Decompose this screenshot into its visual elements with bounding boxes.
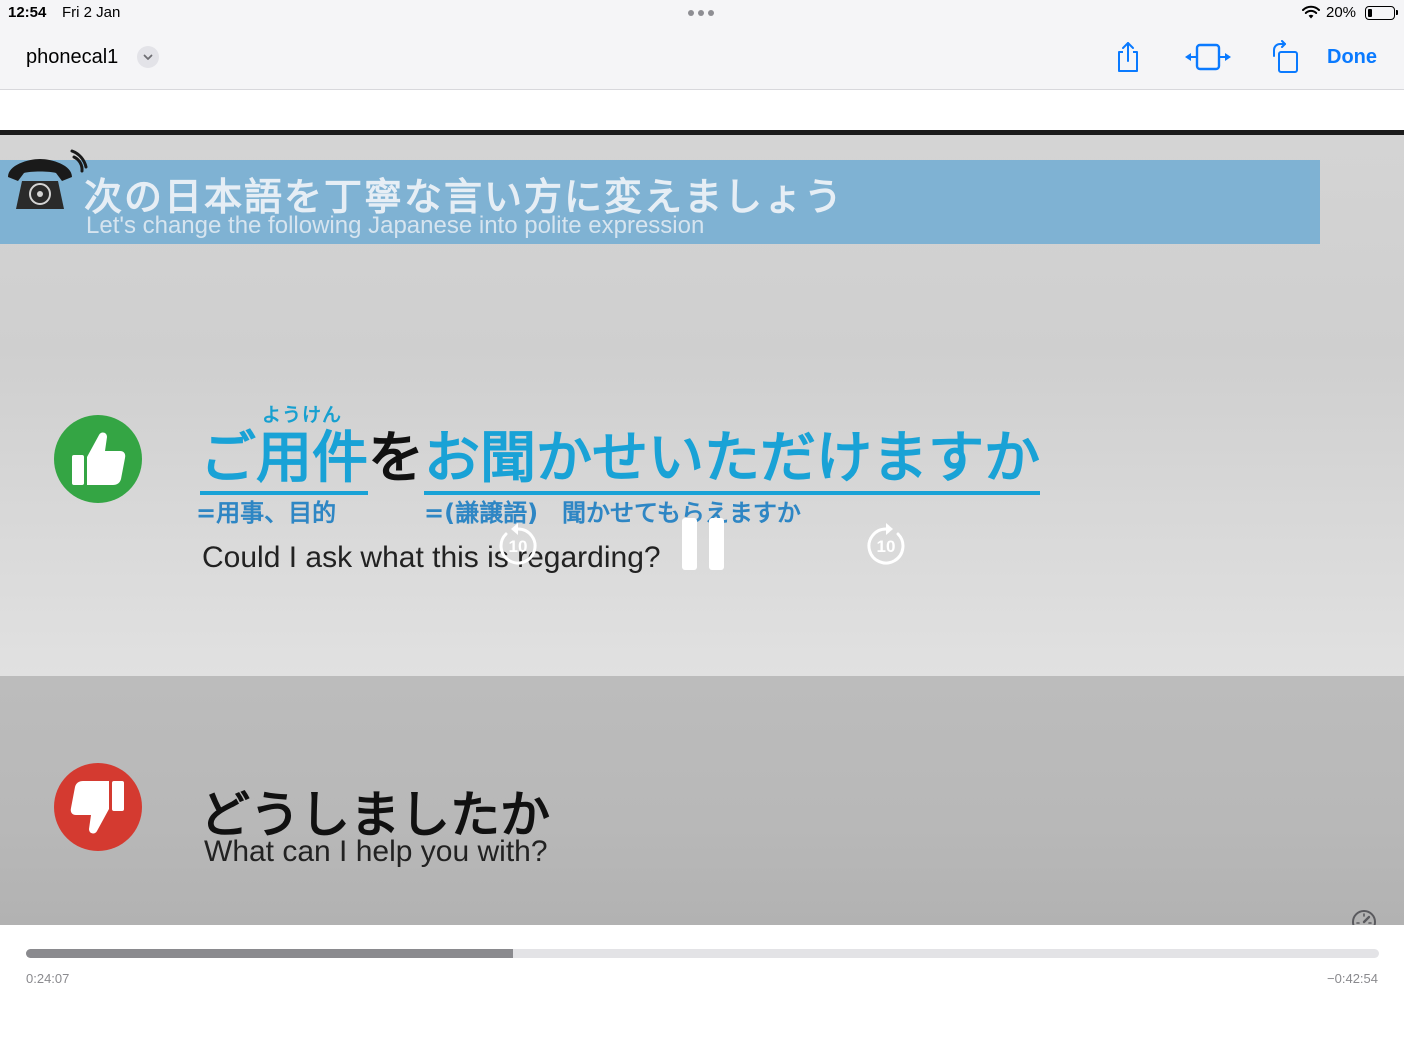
done-button[interactable]: Done	[1320, 40, 1384, 74]
thumbs-down-icon	[54, 763, 142, 851]
elapsed-time: 0:24:07	[26, 971, 70, 986]
telephone-icon	[8, 149, 88, 209]
status-bar: 12:54 Fri 2 Jan 20%	[0, 0, 1404, 26]
multitasking-menu-icon[interactable]	[688, 10, 714, 16]
polite-phrase: ご用件をお聞かせいただけますか	[200, 426, 1040, 495]
banner-english: Let's change the following Japanese into…	[86, 212, 705, 239]
skip-back-10-button[interactable]: 10	[496, 520, 540, 566]
share-button[interactable]	[1112, 40, 1144, 74]
fit-to-screen-button[interactable]	[1183, 40, 1233, 74]
furigana-reading: ようけん	[262, 404, 343, 426]
playback-scrubber[interactable]	[26, 949, 1379, 958]
scrubber-progress	[26, 949, 513, 958]
remaining-time: −0:42:54	[1327, 971, 1378, 986]
playback-speed-icon[interactable]	[1350, 908, 1378, 925]
video-player-screen: 12:54 Fri 2 Jan 20% phonecal1 Done 次の日本語…	[0, 0, 1404, 1053]
rotate-button[interactable]	[1270, 40, 1302, 74]
status-time: 12:54	[8, 4, 47, 21]
battery-level	[1368, 9, 1372, 17]
casual-english-translation: What can I help you with?	[204, 835, 548, 868]
polite-english-translation: Could I ask what this is regarding?	[202, 541, 661, 574]
gloss-verb: =(謙譲語) 聞かせてもらえますか	[424, 499, 801, 527]
chevron-down-icon	[143, 54, 153, 60]
fit-to-screen-icon	[1185, 43, 1231, 71]
rotate-icon	[1273, 40, 1298, 73]
polite-phrase-verb: お聞かせいただけますか	[424, 426, 1040, 495]
skip-forward-seconds: 10	[877, 537, 896, 556]
thumbs-up-icon	[54, 415, 142, 503]
polite-phrase-particle: を	[368, 426, 424, 491]
video-frame[interactable]: 次の日本語を丁寧な言い方に変えましょう Let's change the fol…	[0, 90, 1404, 925]
title-menu-button[interactable]	[137, 46, 159, 68]
pause-button[interactable]	[680, 518, 726, 570]
gloss-noun: =用事、目的	[196, 499, 337, 527]
status-date: Fri 2 Jan	[62, 4, 121, 21]
skip-back-seconds: 10	[509, 537, 528, 556]
polite-phrase-noun: ご用件	[200, 426, 368, 495]
battery-percentage: 20%	[1326, 4, 1357, 21]
skip-forward-10-button[interactable]: 10	[864, 520, 908, 566]
navigation-bar: phonecal1 Done	[0, 26, 1404, 90]
document-title: phonecal1	[26, 46, 119, 68]
slide-banner: 次の日本語を丁寧な言い方に変えましょう Let's change the fol…	[0, 160, 1320, 244]
share-icon	[1118, 42, 1138, 72]
wifi-icon	[1302, 5, 1320, 19]
battery-icon	[1365, 6, 1398, 20]
